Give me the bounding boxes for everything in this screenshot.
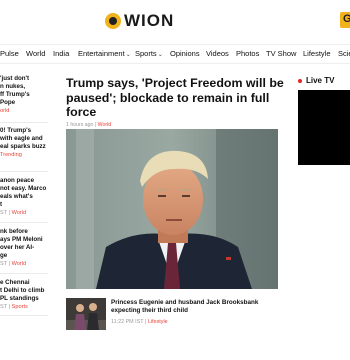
main-nav: Pulse World India Entertainment⌄ Sports⌄… [0, 44, 350, 64]
sidebar-story-3[interactable]: anon peace not easy. Marco eals what's t… [0, 177, 48, 216]
nav-label: Scie [338, 49, 350, 58]
app-badge-icon[interactable]: G [340, 12, 350, 28]
article-meta: 1 hours ago | World [66, 122, 111, 128]
nav-label: TV Show [266, 49, 297, 58]
nav-label: Videos [206, 49, 229, 58]
story-time: ST | [0, 210, 11, 216]
article-hero-image[interactable] [66, 129, 278, 289]
trending-sidebar: 'just don't n nukes, ff Trump's Pope orl… [0, 72, 48, 360]
live-tv-widget: Live TV [298, 76, 350, 165]
divider [0, 122, 48, 123]
story-title: e Chennai t Delhi to climb PL standings [0, 279, 45, 302]
app-badge-label: G [343, 13, 350, 25]
story-category: Sports [11, 304, 28, 310]
live-tv-header[interactable]: Live TV [298, 76, 350, 85]
related-story-category: Lifestyle [147, 319, 168, 325]
nav-label: Entertainment [78, 49, 125, 58]
divider [0, 273, 48, 274]
nav-item-pulse[interactable]: Pulse [0, 49, 19, 58]
nav-label: Opinions [170, 49, 200, 58]
story-title: anon peace not easy. Marco eals what's t [0, 177, 47, 208]
related-story-thumbnail [66, 298, 106, 330]
related-story-time: 11:22 PM IST [111, 319, 144, 325]
logo-text: WION [124, 11, 175, 30]
story-time: ST | [0, 304, 11, 310]
divider [0, 222, 48, 223]
site-logo[interactable]: WION [105, 11, 174, 31]
nav-label: Lifestyle [303, 49, 331, 58]
story-time: ST | [0, 261, 11, 267]
story-category: Trending [0, 152, 22, 158]
meta-separator: | [144, 319, 147, 325]
nav-item-india[interactable]: India [53, 49, 69, 58]
nav-item-sports[interactable]: Sports⌄ [135, 49, 163, 58]
nav-item-world[interactable]: World [26, 49, 45, 58]
story-category: orld [0, 108, 10, 114]
sidebar-story-1[interactable]: 'just don't n nukes, ff Trump's Pope orl… [0, 75, 48, 114]
divider [0, 171, 48, 172]
story-category: World [11, 261, 27, 267]
meta-separator: | [94, 122, 97, 128]
nav-label: India [53, 49, 70, 58]
story-meta: ST | World [0, 261, 48, 267]
story-meta: ST | World [0, 210, 48, 216]
nav-label: Pulse [0, 49, 19, 58]
chevron-down-icon: ⌄ [125, 52, 131, 58]
nav-item-opinions[interactable]: Opinions [170, 49, 200, 58]
story-title: 0! Trump's with eagle and eal sparks buz… [0, 127, 46, 150]
nav-label: Photos [236, 49, 260, 58]
live-tv-label: Live TV [306, 76, 335, 85]
sidebar-story-2[interactable]: 0! Trump's with eagle and eal sparks buz… [0, 127, 48, 158]
chevron-down-icon: ⌄ [157, 52, 163, 58]
story-meta: ST | Sports [0, 304, 48, 310]
photo-thumbnail-image [66, 298, 106, 330]
nav-item-tv-show[interactable]: TV Show [266, 49, 296, 58]
sidebar-story-5[interactable]: e Chennai t Delhi to climb PL standings … [0, 279, 48, 310]
nav-item-science[interactable]: Scie [338, 49, 350, 58]
nav-item-photos[interactable]: Photos [236, 49, 259, 58]
story-category: World [11, 210, 27, 216]
nav-label: World [26, 49, 46, 58]
live-tv-player[interactable] [298, 90, 350, 165]
divider [0, 315, 48, 316]
trump-portrait-image [66, 129, 278, 289]
story-title: 'just don't n nukes, ff Trump's Pope [0, 75, 30, 106]
related-story-title: Princess Eugenie and husband Jack Brooks… [111, 299, 259, 314]
sidebar-story-4[interactable]: nk before ays PM Meloni over her AI- ge … [0, 228, 48, 267]
related-story[interactable]: Princess Eugenie and husband Jack Brooks… [66, 298, 286, 330]
article-headline[interactable]: Trump says, 'Project Freedom will be pau… [66, 76, 286, 120]
related-story-meta: 11:22 PM IST | Lifestyle [111, 319, 168, 325]
nav-item-videos[interactable]: Videos [206, 49, 229, 58]
story-title: nk before ays PM Meloni over her AI- ge [0, 228, 43, 259]
nav-item-lifestyle[interactable]: Lifestyle [303, 49, 331, 58]
live-indicator-icon [298, 78, 302, 83]
nav-item-entertainment[interactable]: Entertainment⌄ [78, 49, 131, 58]
top-bar: WION G [0, 0, 350, 42]
article-category[interactable]: World [98, 122, 111, 128]
nav-label: Sports [135, 49, 157, 58]
article-time: 1 hours ago [66, 122, 94, 128]
logo-icon [105, 13, 121, 29]
